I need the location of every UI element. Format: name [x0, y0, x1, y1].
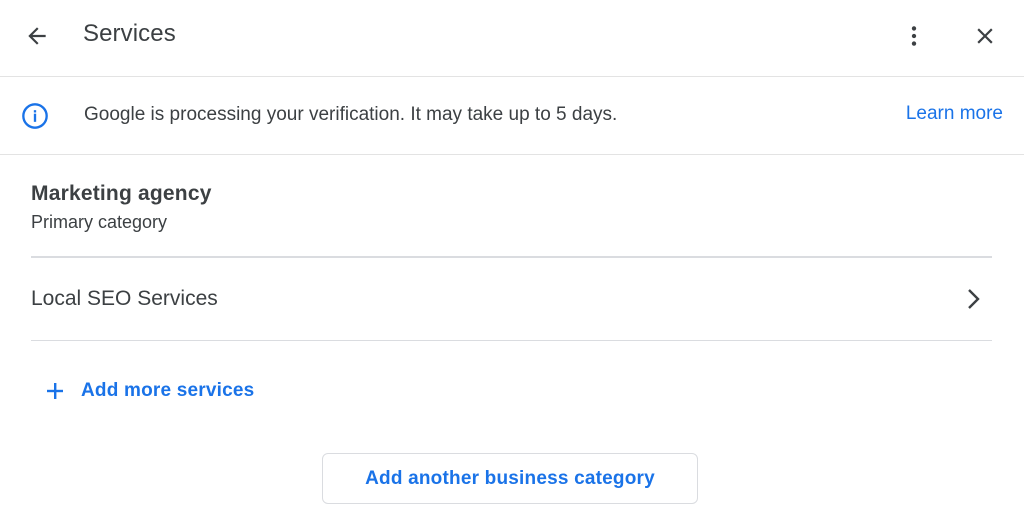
page-title: Services [83, 20, 176, 47]
primary-category-name: Marketing agency [31, 182, 212, 205]
chevron-right-icon [968, 289, 980, 309]
add-more-services-label: Add more services [81, 380, 255, 401]
service-list-item[interactable]: Local SEO Services [31, 258, 992, 340]
primary-category-label: Primary category [31, 212, 168, 232]
arrow-left-icon [28, 27, 46, 45]
verification-notice: Google is processing your verification. … [0, 77, 1024, 155]
info-icon [22, 103, 48, 129]
close-icon [977, 28, 993, 44]
more-vertical-icon [911, 26, 917, 46]
dialog-header: Services [0, 0, 1024, 77]
back-button[interactable] [17, 16, 57, 56]
add-business-category-button[interactable]: Add another business category [322, 453, 698, 504]
add-more-services-button[interactable]: Add more services [44, 376, 254, 406]
learn-more-link[interactable]: Learn more [906, 103, 1003, 125]
notice-message: Google is processing your verification. … [84, 104, 618, 125]
more-options-button[interactable] [894, 16, 934, 56]
primary-category: Marketing agency Primary category [31, 182, 212, 233]
divider [31, 340, 992, 341]
plus-icon [47, 383, 63, 399]
close-button[interactable] [965, 16, 1005, 56]
service-label: Local SEO Services [31, 287, 218, 310]
